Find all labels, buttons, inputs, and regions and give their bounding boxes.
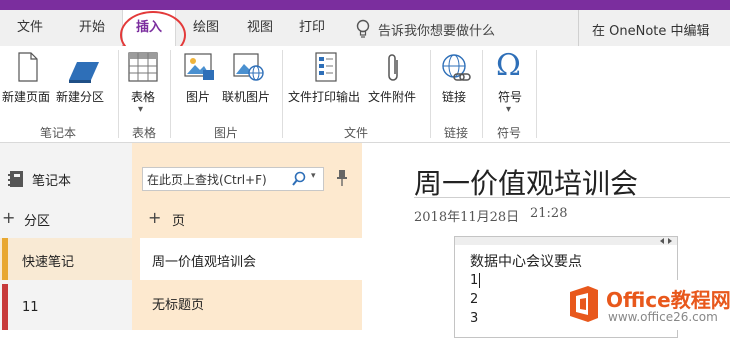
group-label-files: 文件 xyxy=(343,126,368,140)
group-divider xyxy=(536,50,537,138)
group-divider xyxy=(118,50,119,138)
table-dropdown-icon: ▾ xyxy=(138,104,144,115)
tab-file[interactable]: 文件 xyxy=(12,10,48,46)
tab-view[interactable]: 视图 xyxy=(240,10,280,46)
new-page-label: 新建页面 xyxy=(2,90,51,104)
section-label: 11 xyxy=(22,300,39,315)
table-icon xyxy=(128,52,158,82)
new-section-button[interactable]: 新建分区 xyxy=(56,50,110,110)
file-attachment-button[interactable]: 文件附件 xyxy=(366,50,422,110)
plus-icon: + xyxy=(2,208,16,227)
online-picture-icon xyxy=(233,53,264,81)
watermark-url: www.office26.com xyxy=(608,310,718,324)
section-item-11[interactable]: 11 xyxy=(0,284,132,330)
group-divider xyxy=(170,50,171,138)
office-logo-icon xyxy=(570,286,598,322)
group-label-tables: 表格 xyxy=(131,126,156,140)
page-item-label: 无标题页 xyxy=(152,298,205,313)
plus-icon: + xyxy=(148,208,162,227)
add-section-button[interactable]: + 分区 xyxy=(2,208,122,230)
section-tab-icon xyxy=(69,62,99,83)
add-section-label: 分区 xyxy=(24,214,51,229)
pin-icon[interactable] xyxy=(335,169,349,187)
note-line: 2 xyxy=(470,292,479,307)
online-picture-button[interactable]: 联机图片 xyxy=(222,50,276,110)
omega-icon: Ω xyxy=(496,48,521,83)
symbol-dropdown-icon: ▾ xyxy=(506,104,512,115)
page-icon xyxy=(18,52,38,82)
tab-draw[interactable]: 绘图 xyxy=(186,10,226,46)
notebook-selector[interactable]: 笔记本 xyxy=(6,168,126,190)
notebook-title: 笔记本 xyxy=(32,174,72,189)
section-color-bar xyxy=(2,238,8,280)
group-label-links: 链接 xyxy=(443,126,468,140)
link-button[interactable]: 链接 xyxy=(434,50,478,110)
page-title[interactable]: 周一价值观培训会 xyxy=(414,162,638,202)
page-item-label: 周一价值观培训会 xyxy=(152,255,257,270)
new-section-label: 新建分区 xyxy=(56,90,105,104)
table-label: 表格 xyxy=(131,90,156,104)
group-label-pictures: 图片 xyxy=(213,126,238,140)
link-icon xyxy=(442,54,471,81)
page-item-active[interactable]: 周一价值观培训会 xyxy=(140,238,362,280)
symbol-button[interactable]: Ω 符号 ▾ xyxy=(488,48,532,120)
table-button[interactable]: 表格 ▾ xyxy=(122,50,166,120)
picture-label: 图片 xyxy=(186,90,211,104)
file-attachment-label: 文件附件 xyxy=(368,90,417,104)
group-divider xyxy=(430,50,431,138)
note-line: 3 xyxy=(470,311,479,326)
text-cursor xyxy=(479,273,480,288)
edit-in-onenote-button[interactable]: 在 OneNote 中编辑 xyxy=(592,20,710,39)
paperclip-icon xyxy=(388,54,398,81)
note-line: 1 xyxy=(470,273,479,288)
tab-print[interactable]: 打印 xyxy=(292,10,332,46)
title-band xyxy=(0,0,730,10)
group-divider xyxy=(282,50,283,138)
new-page-button[interactable]: 新建页面 xyxy=(0,50,56,110)
search-dropdown-icon[interactable]: ▾ xyxy=(311,171,316,181)
group-label-notebook: 笔记本 xyxy=(39,126,76,140)
title-underline xyxy=(414,197,730,198)
lightbulb-icon xyxy=(356,19,370,38)
tell-me-search[interactable]: 告诉我你想要做什么 xyxy=(354,18,504,40)
notebook-icon xyxy=(8,171,23,187)
page-search-placeholder: 在此页上查找(Ctrl+F) xyxy=(147,173,267,187)
link-label: 链接 xyxy=(442,90,467,104)
watermark-brand: Office教程网 xyxy=(606,288,730,312)
search-icon[interactable] xyxy=(291,171,307,187)
online-picture-label: 联机图片 xyxy=(222,90,271,104)
watermark: Office教程网 www.office26.com xyxy=(564,280,730,330)
add-page-button[interactable]: + 页 xyxy=(148,208,268,230)
file-printout-button[interactable]: 文件打印输出 xyxy=(286,50,366,110)
tell-me-text: 告诉我你想要做什么 xyxy=(378,24,496,39)
add-page-label: 页 xyxy=(172,214,186,229)
section-item-quick-notes[interactable]: 快速笔记 xyxy=(0,238,132,280)
picture-icon xyxy=(184,53,214,80)
page-time: 21:28 xyxy=(530,206,568,221)
resize-arrows-icon[interactable] xyxy=(659,237,673,245)
file-printout-label: 文件打印输出 xyxy=(288,90,361,104)
page-item[interactable]: 无标题页 xyxy=(140,284,362,324)
group-label-symbols: 符号 xyxy=(496,126,521,140)
picture-button[interactable]: 图片 xyxy=(178,50,220,110)
section-label: 快速笔记 xyxy=(22,255,75,270)
section-color-bar xyxy=(2,284,8,330)
note-container-handle[interactable] xyxy=(455,237,677,245)
page-search-input[interactable]: 在此页上查找(Ctrl+F) ▾ xyxy=(142,167,324,191)
group-divider xyxy=(482,50,483,138)
file-printout-icon xyxy=(315,52,337,82)
note-line: 数据中心会议要点 xyxy=(470,254,582,270)
symbol-label: 符号 xyxy=(498,90,523,104)
page-date: 2018年11月28日 xyxy=(414,210,520,225)
tab-divider xyxy=(578,10,579,46)
